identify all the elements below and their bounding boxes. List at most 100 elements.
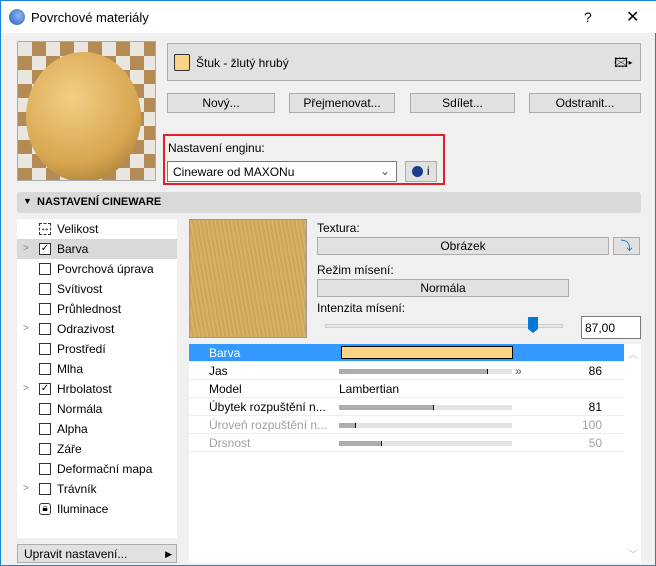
value-bar[interactable] [339,441,512,446]
property-name: Jas [209,364,228,378]
channel-item[interactable]: 🔒︎ Iluminace [17,499,177,519]
expand-icon[interactable]: > [23,479,29,499]
rename-button[interactable]: Přejmenovat... [289,93,395,113]
value-bar-fill [339,441,383,446]
lock-icon: 🔒︎ [39,503,51,515]
cineware-icon [412,166,424,178]
property-row[interactable]: Drsnost 50 [189,434,624,452]
checkbox[interactable] [39,343,51,355]
property-row[interactable]: Barva [189,344,624,362]
arrow-right-icon: ▶ [165,549,172,559]
value-bar[interactable] [339,423,512,428]
engine-info-button[interactable]: i [405,161,437,182]
scroll-up-icon[interactable]: ︿ [628,346,638,361]
channel-item[interactable]: Alpha [17,419,177,439]
close-button[interactable]: ✕ [626,7,639,27]
property-text: Lambertian [339,382,400,396]
channel-label: Normála [57,402,103,416]
engine-label: Nastavení enginu: [168,141,265,155]
property-name: Úroveň rozpuštění n... [209,418,328,432]
property-row[interactable]: Úbytek rozpuštění n... 81 [189,398,624,416]
channel-item[interactable]: ↔ Velikost [17,219,177,239]
title-bar: Povrchové materiály ? ✕ [1,1,656,33]
checkbox[interactable] [39,483,51,495]
value-bar[interactable] [339,405,512,410]
channel-label: Odrazivost [57,322,115,336]
checkbox[interactable] [39,263,51,275]
chevron-down-icon: ⌄ [379,164,390,178]
expand-icon[interactable]: > [23,319,29,339]
engine-select[interactable]: Cineware od MAXONu ⌄ [167,161,397,182]
checkbox[interactable] [39,303,51,315]
channel-item[interactable]: Prostředí [17,339,177,359]
scroll-down-icon[interactable]: ﹀ [628,546,638,561]
channel-item[interactable]: Průhlednost [17,299,177,319]
engine-select-value: Cineware od MAXONu [173,165,295,179]
channel-label: Mlha [57,362,84,376]
channel-label: Deformační mapa [57,462,153,476]
share-button[interactable]: Sdílet... [410,93,515,113]
app-icon [9,9,25,25]
property-name: Model [209,382,242,396]
delete-button[interactable]: Odstranit... [529,93,641,113]
texture-button[interactable]: Obrázek [317,237,609,255]
value-bar-fill [339,405,435,410]
expand-icon[interactable]: > [23,239,29,259]
property-value: 50 [588,436,602,450]
checkbox[interactable] [39,323,51,335]
image-menu-icon[interactable]: 🖾▸ [614,54,633,76]
material-preview [17,41,156,181]
value-bar-fill [339,423,357,428]
channel-item[interactable]: Záře [17,439,177,459]
material-selector[interactable]: Štuk - žlutý hrubý 🖾▸ [167,43,641,81]
checkbox[interactable] [39,363,51,375]
channel-label: Hrbolatost [57,382,112,396]
blend-mode-button[interactable]: Normála [317,279,569,297]
channel-item[interactable]: > ✓ Barva [17,239,177,259]
checkbox[interactable] [39,403,51,415]
checkbox[interactable] [39,423,51,435]
property-name: Drsnost [209,436,251,450]
expand-icon[interactable]: > [23,379,29,399]
load-texture-icon[interactable]: ⤵ [613,237,640,255]
channel-label: Svítivost [57,282,103,296]
channel-label: Průhlednost [57,302,122,316]
new-button[interactable]: Nový... [167,93,275,113]
checkbox[interactable]: ✓ [39,383,51,395]
checkbox[interactable] [39,283,51,295]
help-button[interactable]: ? [584,9,592,25]
channel-label: Barva [57,242,89,256]
property-row[interactable]: Jas 86 » [189,362,624,380]
slider-thumb[interactable] [528,317,539,333]
channel-item[interactable]: > ✓ Hrbolatost [17,379,177,399]
channel-item[interactable]: > Trávník [17,479,177,499]
channel-label: Trávník [57,482,97,496]
channel-item[interactable]: Deformační mapa [17,459,177,479]
scrollbar[interactable]: ︿ ﹀ [624,344,641,563]
double-chevron-icon[interactable]: » [515,362,522,380]
property-name: Úbytek rozpuštění n... [209,400,326,414]
channel-item[interactable]: Mlha [17,359,177,379]
channel-item[interactable]: > Odrazivost [17,319,177,339]
section-header[interactable]: ▼ NASTAVENÍ CINEWARE [17,192,641,213]
checkbox[interactable] [39,463,51,475]
intensity-input[interactable]: 87,00 [581,316,641,339]
intensity-label: Intenzita mísení: [317,301,406,315]
value-bar-fill [339,369,488,374]
channel-item[interactable]: Povrchová úprava [17,259,177,279]
checkbox[interactable] [39,443,51,455]
value-bar[interactable] [339,369,512,374]
property-row[interactable]: Model Lambertian [189,380,624,398]
color-swatch[interactable] [341,346,513,359]
texture-thumbnail [189,219,307,338]
collapse-icon: ▼ [23,196,32,206]
material-swatch [174,54,190,71]
resize-icon: ↔ [39,223,51,235]
channel-item[interactable]: Svítivost [17,279,177,299]
property-row[interactable]: Úroveň rozpuštění n... 100 [189,416,624,434]
intensity-slider[interactable] [325,317,563,333]
checkbox[interactable]: ✓ [39,243,51,255]
edit-settings-button[interactable]: Upravit nastavení... ▶ [17,544,177,563]
channel-item[interactable]: Normála [17,399,177,419]
info-icon: i [426,164,430,178]
